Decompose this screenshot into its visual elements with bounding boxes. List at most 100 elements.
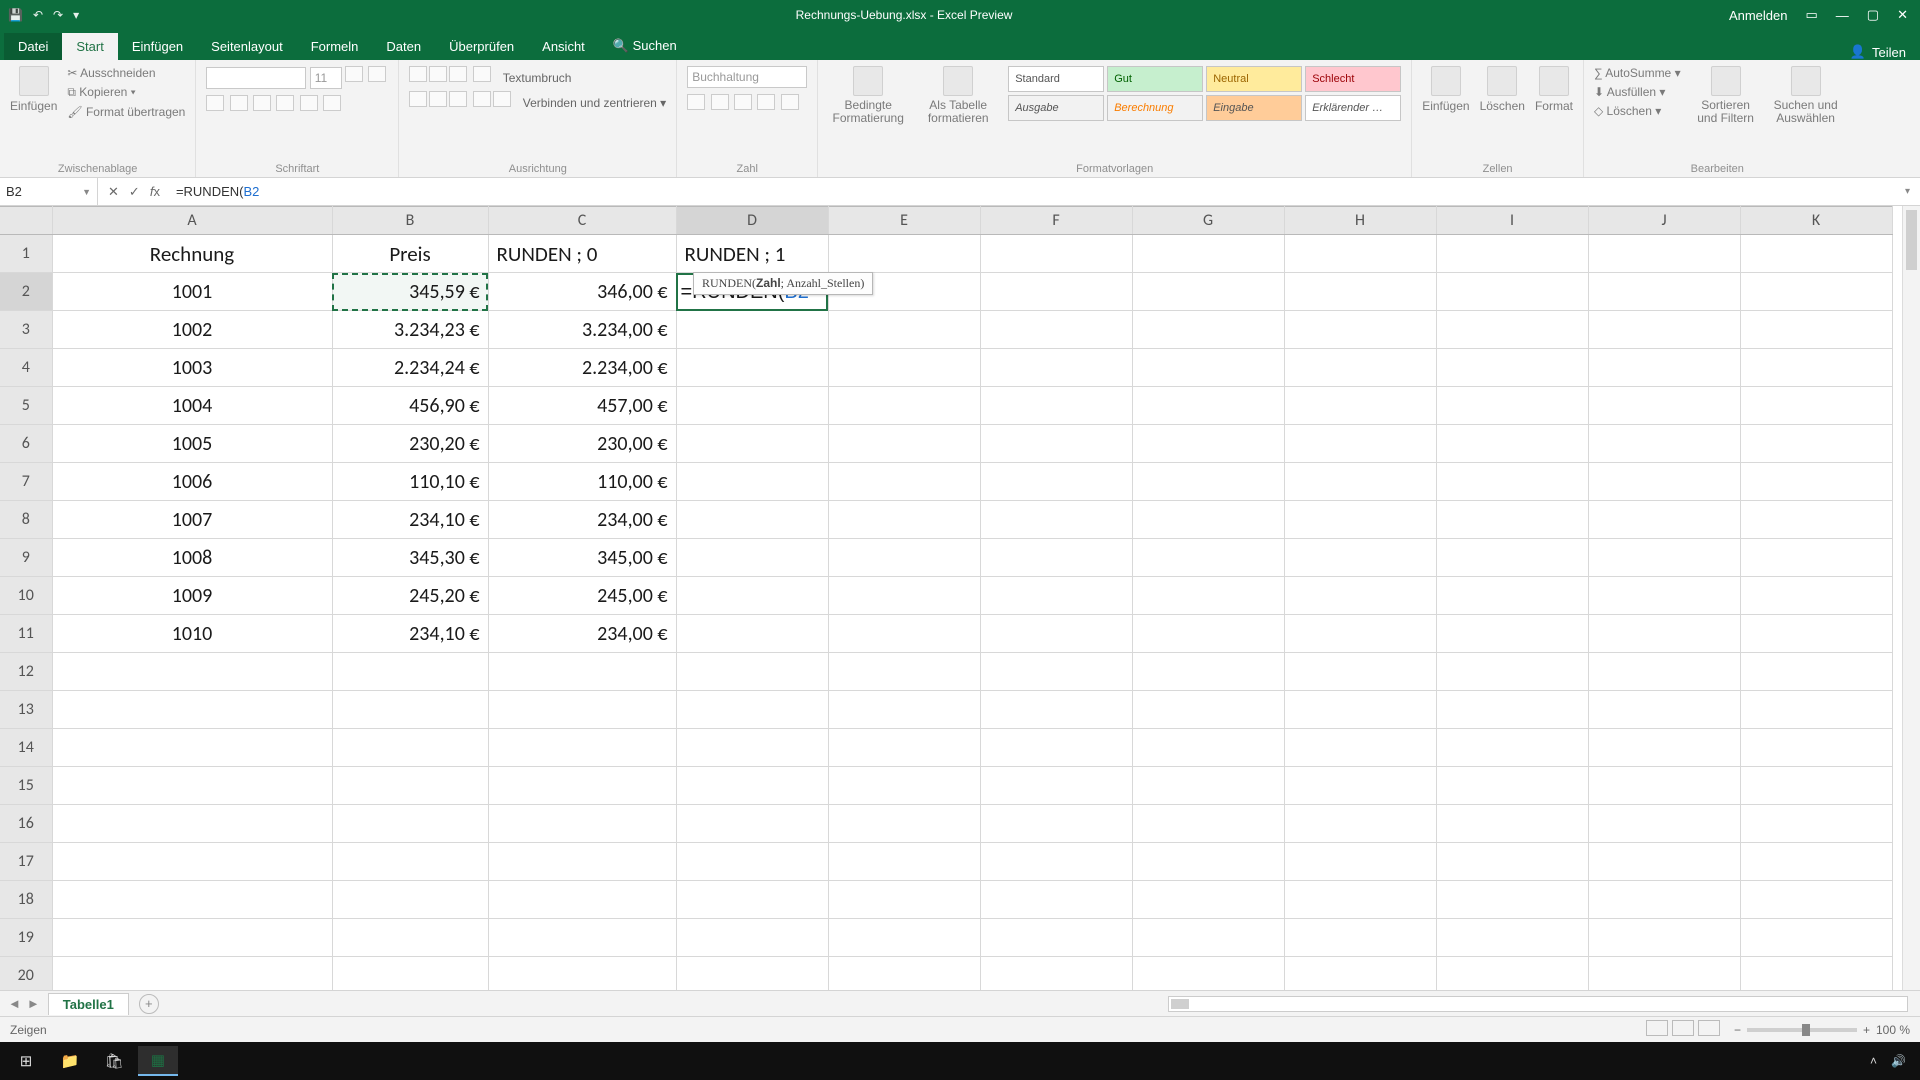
cell-E6[interactable] [828, 425, 980, 463]
cell-H19[interactable] [1284, 919, 1436, 957]
cell-F3[interactable] [980, 311, 1132, 349]
cell-F5[interactable] [980, 387, 1132, 425]
cell-C7[interactable]: 110,00 € [488, 463, 676, 501]
cell-H17[interactable] [1284, 843, 1436, 881]
paste-button[interactable]: Einfügen [10, 66, 57, 113]
fx-icon[interactable]: fx [150, 184, 160, 200]
indent-more-icon[interactable] [493, 91, 511, 107]
column-header-I[interactable]: I [1436, 207, 1588, 235]
cell-I16[interactable] [1436, 805, 1588, 843]
cell-G10[interactable] [1132, 577, 1284, 615]
cell-A6[interactable]: 1005 [52, 425, 332, 463]
cell-F11[interactable] [980, 615, 1132, 653]
cell-I5[interactable] [1436, 387, 1588, 425]
save-icon[interactable]: 💾 [8, 8, 23, 22]
column-header-K[interactable]: K [1740, 207, 1892, 235]
cell-J15[interactable] [1588, 767, 1740, 805]
cell-E7[interactable] [828, 463, 980, 501]
tab-start[interactable]: Start [62, 33, 117, 60]
cell-H12[interactable] [1284, 653, 1436, 691]
zoom-slider[interactable] [1747, 1028, 1857, 1032]
cell-K2[interactable] [1740, 273, 1892, 311]
expand-formula-bar-icon[interactable]: ▾ [1895, 186, 1920, 197]
cell-G8[interactable] [1132, 501, 1284, 539]
cell-G7[interactable] [1132, 463, 1284, 501]
cell-D5[interactable] [676, 387, 828, 425]
cell-I8[interactable] [1436, 501, 1588, 539]
column-header-D[interactable]: D [676, 207, 828, 235]
row-header-17[interactable]: 17 [0, 843, 52, 881]
cell-C19[interactable] [488, 919, 676, 957]
cell-E1[interactable] [828, 235, 980, 273]
row-header-14[interactable]: 14 [0, 729, 52, 767]
cell-G19[interactable] [1132, 919, 1284, 957]
cell-K5[interactable] [1740, 387, 1892, 425]
cell-K13[interactable] [1740, 691, 1892, 729]
close-icon[interactable]: ✕ [1897, 7, 1908, 23]
cell-C9[interactable]: 345,00 € [488, 539, 676, 577]
cell-H10[interactable] [1284, 577, 1436, 615]
chevron-down-icon[interactable]: ▼ [82, 187, 91, 197]
orientation-icon[interactable] [473, 66, 491, 82]
align-middle-icon[interactable] [429, 66, 447, 82]
cell-B7[interactable]: 110,10 € [332, 463, 488, 501]
cell-D4[interactable] [676, 349, 828, 387]
cell-J10[interactable] [1588, 577, 1740, 615]
share-button[interactable]: 👤 Teilen [1850, 44, 1920, 60]
align-top-icon[interactable] [409, 66, 427, 82]
cell-I14[interactable] [1436, 729, 1588, 767]
cell-C17[interactable] [488, 843, 676, 881]
cell-B18[interactable] [332, 881, 488, 919]
cell-H3[interactable] [1284, 311, 1436, 349]
sheet-nav-next-icon[interactable]: ► [27, 996, 40, 1011]
cell-C15[interactable] [488, 767, 676, 805]
cell-H11[interactable] [1284, 615, 1436, 653]
autosum-button[interactable]: ∑ AutoSumme ▾ [1594, 66, 1681, 80]
cell-G17[interactable] [1132, 843, 1284, 881]
cell-E10[interactable] [828, 577, 980, 615]
grow-font-icon[interactable] [345, 66, 363, 82]
cell-F15[interactable] [980, 767, 1132, 805]
cell-I6[interactable] [1436, 425, 1588, 463]
align-center-icon[interactable] [429, 91, 447, 107]
bold-button[interactable] [206, 95, 224, 111]
cell-styles-gallery[interactable]: Standard Gut Neutral Schlecht Ausgabe Be… [1008, 66, 1401, 121]
cell-B3[interactable]: 3.234,23 € [332, 311, 488, 349]
tab-ansicht[interactable]: Ansicht [528, 33, 599, 60]
cell-C20[interactable] [488, 957, 676, 995]
start-button[interactable]: ⊞ [6, 1046, 46, 1076]
cell-E3[interactable] [828, 311, 980, 349]
cell-C3[interactable]: 3.234,00 € [488, 311, 676, 349]
cell-B17[interactable] [332, 843, 488, 881]
cell-E4[interactable] [828, 349, 980, 387]
cell-A17[interactable] [52, 843, 332, 881]
style-standard[interactable]: Standard [1008, 66, 1104, 92]
cell-B2[interactable]: 345,59 € [332, 273, 488, 311]
cell-B4[interactable]: 2.234,24 € [332, 349, 488, 387]
enter-formula-icon[interactable]: ✓ [129, 184, 140, 200]
cell-G18[interactable] [1132, 881, 1284, 919]
cell-J19[interactable] [1588, 919, 1740, 957]
row-header-6[interactable]: 6 [0, 425, 52, 463]
redo-icon[interactable]: ↷ [53, 8, 63, 22]
cell-H18[interactable] [1284, 881, 1436, 919]
column-header-F[interactable]: F [980, 207, 1132, 235]
row-header-11[interactable]: 11 [0, 615, 52, 653]
column-header-C[interactable]: C [488, 207, 676, 235]
cell-B12[interactable] [332, 653, 488, 691]
tab-seitenlayout[interactable]: Seitenlayout [197, 33, 297, 60]
name-box[interactable]: B2▼ [0, 178, 98, 205]
add-sheet-button[interactable]: + [139, 994, 159, 1014]
align-left-icon[interactable] [409, 91, 427, 107]
cell-G20[interactable] [1132, 957, 1284, 995]
cell-F14[interactable] [980, 729, 1132, 767]
cell-B1[interactable]: Preis [332, 235, 488, 273]
row-header-18[interactable]: 18 [0, 881, 52, 919]
cell-J1[interactable] [1588, 235, 1740, 273]
cell-H15[interactable] [1284, 767, 1436, 805]
cell-H2[interactable] [1284, 273, 1436, 311]
border-button[interactable] [276, 95, 294, 111]
font-name-input[interactable] [206, 67, 306, 89]
cell-H4[interactable] [1284, 349, 1436, 387]
cell-A18[interactable] [52, 881, 332, 919]
